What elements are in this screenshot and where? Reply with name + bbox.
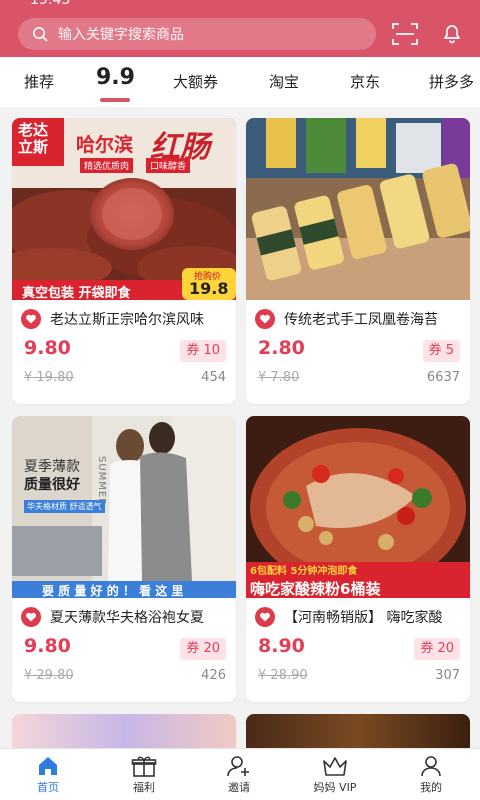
top-header: 19:45 输入关键字搜索商品 (0, 0, 480, 57)
product-title: 夏天薄款华夫格浴袍女夏 (50, 610, 204, 626)
image-headline: 夏季薄款 (24, 459, 80, 475)
coupon-badge[interactable]: 券 20 (414, 638, 460, 660)
coupon-badge[interactable]: 券 10 (180, 340, 226, 362)
product-price: 2.80 (258, 337, 305, 359)
coupon-badge[interactable]: 券 5 (422, 340, 460, 362)
image-tag: 精选优质肉 (80, 158, 134, 173)
original-price: ¥ 7.80 (258, 370, 300, 385)
bell-icon[interactable] (440, 21, 464, 45)
shop-logo-icon (255, 309, 275, 329)
image-summer-text: SUMMER (96, 456, 107, 507)
sold-count: 6637 (426, 370, 460, 385)
shop-logo-icon (255, 607, 275, 627)
crown-icon (323, 757, 347, 776)
nav-welfare[interactable]: 福利 (109, 755, 179, 795)
title-row: 夏天薄款华夫格浴袍女夏 (21, 606, 231, 628)
nav-label: 妈妈 VIP (313, 781, 357, 794)
nav-label: 邀请 (228, 781, 250, 794)
tab-jd[interactable]: 京东 (350, 71, 380, 92)
sold-count: 307 (435, 668, 460, 683)
title-row: 传统老式手工凤凰卷海苔 (255, 308, 465, 330)
nav-vip[interactable]: 妈妈 VIP (300, 755, 370, 795)
product-title: 老达立斯正宗哈尔滨风味 (50, 312, 204, 328)
tab-big-coupon[interactable]: 大额券 (173, 71, 218, 92)
original-price: ¥ 28.90 (258, 668, 308, 683)
coupon-badge[interactable]: 券 20 (180, 638, 226, 660)
active-tab-indicator (100, 98, 130, 102)
shop-logo-icon (21, 607, 41, 627)
image-top-text: 6包配料 5分钟冲泡即食 (250, 566, 358, 577)
home-icon (39, 757, 57, 775)
image-subhead: 质量很好 (24, 477, 80, 493)
tab-recommend[interactable]: 推荐 (24, 71, 54, 92)
search-icon (33, 27, 48, 42)
gift-icon (131, 756, 157, 777)
product-image (246, 118, 470, 300)
product-image: 夏季薄款 质量很好 SUMMER 华夫格材质 舒适透气 要 质 量 好 的 ！ … (12, 416, 236, 598)
nav-profile[interactable]: 我的 (396, 755, 466, 795)
nav-home[interactable]: 首页 (13, 755, 83, 795)
sold-count: 426 (201, 668, 226, 683)
scan-icon[interactable] (392, 22, 418, 46)
nav-label: 首页 (37, 781, 59, 794)
product-card[interactable]: 夏季薄款 质量很好 SUMMER 华夫格材质 舒适透气 要 质 量 好 的 ！ … (12, 416, 236, 702)
product-card[interactable]: 老达 立斯 哈尔滨 红肠 精选优质肉 口味醇香 真空包装 开袋即食 抢购价 19… (12, 118, 236, 404)
image-banner: 要 质 量 好 的 ！ 看 这 里 (42, 584, 184, 598)
nav-label: 我的 (420, 781, 442, 794)
image-title: 哈尔滨 (76, 134, 134, 156)
image-tag: 口味醇香 (146, 158, 191, 173)
shop-logo-icon (21, 309, 41, 329)
search-bar[interactable]: 输入关键字搜索商品 (18, 18, 376, 50)
product-image: 6包配料 5分钟冲泡即食 嗨吃家酸辣粉6桶装 (246, 416, 470, 598)
product-card[interactable]: 6包配料 5分钟冲泡即食 嗨吃家酸辣粉6桶装 【河南畅销版】 嗨吃家酸 8.90… (246, 416, 470, 702)
image-banner: 嗨吃家酸辣粉6桶装 (250, 580, 381, 598)
original-price: ¥ 29.80 (24, 668, 74, 683)
profile-icon (421, 756, 441, 777)
tab-taobao[interactable]: 淘宝 (269, 71, 299, 92)
product-price: 9.80 (24, 337, 71, 359)
product-title: 传统老式手工凤凰卷海苔 (284, 312, 438, 328)
product-price: 8.90 (258, 635, 305, 657)
tab-pinduoduo[interactable]: 拼多多 (429, 71, 474, 92)
status-time: 19:45 (30, 0, 71, 8)
sold-count: 454 (201, 370, 226, 385)
original-price: ¥ 19.80 (24, 370, 74, 385)
image-chip: 华夫格材质 舒适透气 (24, 500, 105, 513)
nav-invite[interactable]: 邀请 (204, 755, 274, 795)
product-image: 老达 立斯 哈尔滨 红肠 精选优质肉 口味醇香 真空包装 开袋即食 抢购价 19… (12, 118, 236, 300)
product-title: 【河南畅销版】 嗨吃家酸 (284, 610, 443, 626)
product-card[interactable]: 传统老式手工凤凰卷海苔 2.80 券 5 ¥ 7.80 6637 (246, 118, 470, 404)
title-row: 老达立斯正宗哈尔滨风味 (21, 308, 231, 330)
price-tag-value: 19.8 (189, 279, 229, 298)
invite-icon (227, 756, 249, 777)
tab-9-9[interactable]: 9.9 (96, 65, 135, 90)
search-placeholder: 输入关键字搜索商品 (58, 27, 184, 43)
bottom-nav: 首页 福利 邀请 妈妈 VIP 我的 (0, 748, 480, 800)
title-row: 【河南畅销版】 嗨吃家酸 (255, 606, 465, 628)
category-tabs: 推荐 9.9 大额券 淘宝 京东 拼多多 (0, 57, 480, 107)
brand-text: 老达 立斯 (18, 122, 49, 156)
product-price: 9.80 (24, 635, 71, 657)
nav-label: 福利 (133, 781, 155, 794)
image-banner: 真空包装 开袋即食 (22, 286, 131, 300)
